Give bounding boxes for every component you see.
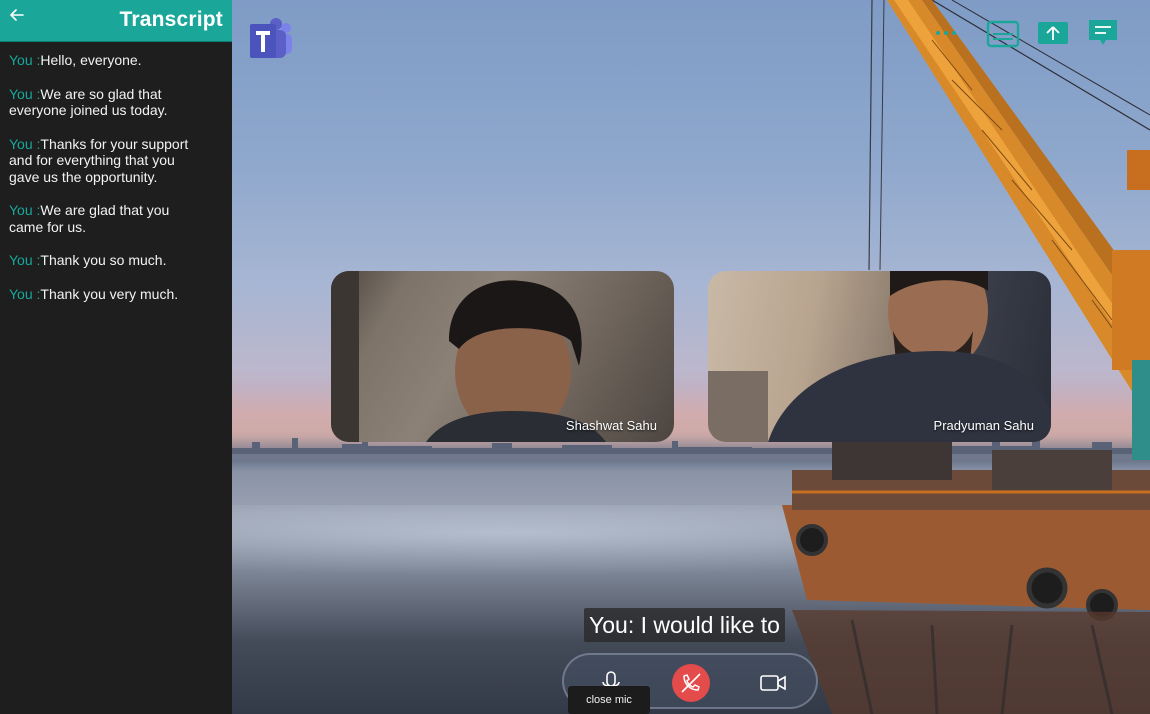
transcript-panel: Transcript You :Hello, everyone. You :We… [0,0,232,714]
entry-text: Thank you so much. [40,252,167,268]
transcript-entry: You :Thank you so much. [9,252,199,269]
speaker-label: You : [9,52,41,68]
speaker-label: You : [9,135,41,152]
meeting-stage: Shashwat Sahu Pradyuman Sahu You: I woul… [232,0,1150,714]
speaker-label: You : [9,202,41,218]
transcript-entry: You :Thanks for your support and for eve… [9,136,199,186]
back-button[interactable] [6,4,28,26]
transcript-entry: You :We are so glad that everyone joined… [9,86,199,119]
entry-text: Thank you very much. [40,285,179,302]
participant-video [331,271,606,442]
transcript-list: You :Hello, everyone. You :We are so gla… [0,42,232,302]
more-icon[interactable] [932,24,960,42]
transcript-entry: You :We are glad that you came for us. [9,202,199,235]
ice-background [232,505,1150,575]
captions-icon[interactable] [986,18,1020,50]
meeting-app: Transcript You :Hello, everyone. You :We… [0,0,1150,714]
participant-tile[interactable]: Shashwat Sahu [331,271,674,442]
participant-tile[interactable]: Pradyuman Sahu [708,271,1051,442]
hang-up-icon [681,673,701,693]
camera-icon [760,675,786,691]
chat-icon[interactable] [1086,18,1120,50]
camera-button[interactable] [754,664,792,702]
share-screen-icon[interactable] [1036,18,1070,50]
teams-logo [250,18,292,58]
speaker-label: You : [9,285,41,302]
transcript-entry: You :Thank you very much. [9,286,199,303]
mic-tooltip: close mic [568,686,650,714]
participant-video [708,271,1051,442]
transcript-entry: You :Hello, everyone. [9,52,199,69]
transcript-header: Transcript [0,0,232,42]
transcript-title: Transcript [119,8,223,31]
participant-name: Shashwat Sahu [565,418,657,433]
entry-text: Hello, everyone. [40,52,142,68]
top-actions-bar [920,18,1150,52]
arrow-left-icon [10,9,24,21]
live-caption: You: I would like to [584,608,785,642]
speaker-label: You : [9,252,41,268]
hang-up-button[interactable] [672,664,710,702]
participant-name: Pradyuman Sahu [933,418,1034,433]
speaker-label: You : [9,85,41,102]
